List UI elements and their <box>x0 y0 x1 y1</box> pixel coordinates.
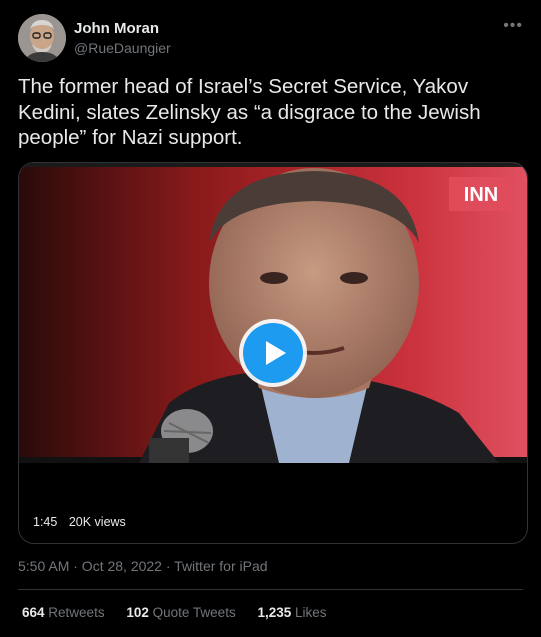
more-icon[interactable]: ••• <box>503 18 523 34</box>
video-views: 20K views <box>68 515 126 529</box>
video-thumbnail: INN <box>19 163 527 463</box>
author-handle[interactable]: @RueDaungier <box>74 40 171 56</box>
author-name[interactable]: John Moran <box>74 20 159 37</box>
play-icon <box>266 341 286 365</box>
play-button[interactable] <box>243 323 303 383</box>
divider <box>18 589 523 590</box>
quotes-count: 102 <box>126 605 149 620</box>
likes-label: Likes <box>295 605 327 620</box>
retweets-count: 664 <box>22 605 45 620</box>
engagement-stats: 664 Retweets 102 Quote Tweets 1,235 Like… <box>22 605 345 620</box>
avatar[interactable] <box>18 14 66 62</box>
likes-stat[interactable]: 1,235 Likes <box>257 605 326 620</box>
quotes-label: Quote Tweets <box>152 605 236 620</box>
tweet-text: The former head of Israel’s Secret Servi… <box>18 75 481 149</box>
retweets-stat[interactable]: 664 Retweets <box>22 605 105 620</box>
tweet: John Moran @RueDaungier ••• The former h… <box>0 0 541 637</box>
video-player[interactable]: INN 1:45 20K views <box>18 162 528 544</box>
tweet-metadata[interactable]: 5:50 AM · Oct 28, 2022 · Twitter for iPa… <box>18 558 268 574</box>
quotes-stat[interactable]: 102 Quote Tweets <box>126 605 235 620</box>
likes-count: 1,235 <box>257 605 292 620</box>
retweets-label: Retweets <box>48 605 105 620</box>
video-watermark: INN <box>464 184 498 206</box>
video-duration: 1:45 <box>33 515 58 529</box>
video-info: 1:45 20K views <box>33 515 134 529</box>
